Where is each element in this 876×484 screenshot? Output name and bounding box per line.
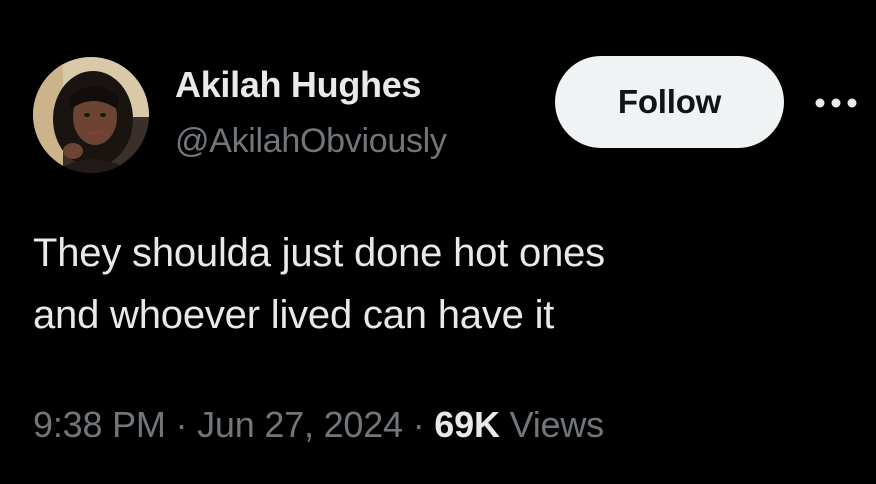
tweet-text: They shoulda just done hot ones and whoe… bbox=[33, 222, 853, 346]
follow-button[interactable]: Follow bbox=[555, 56, 784, 148]
tweet-text-line: and whoever lived can have it bbox=[33, 293, 555, 337]
avatar[interactable] bbox=[33, 57, 149, 173]
author-handle[interactable]: @AkilahObviously bbox=[175, 122, 447, 161]
views-count[interactable]: 69K bbox=[434, 404, 500, 445]
views-label: Views bbox=[509, 404, 605, 445]
tweet-date[interactable]: Jun 27, 2024 bbox=[197, 404, 403, 445]
tweet-text-line: They shoulda just done hot ones bbox=[33, 231, 605, 275]
meta-separator: · bbox=[175, 404, 188, 445]
tweet-meta: 9:38 PM · Jun 27, 2024 · 69K Views bbox=[33, 404, 604, 446]
tweet-card: Akilah Hughes @AkilahObviously Follow Th… bbox=[0, 0, 876, 484]
author-display-name[interactable]: Akilah Hughes bbox=[175, 64, 421, 106]
tweet-time[interactable]: 9:38 PM bbox=[33, 404, 166, 445]
profile-photo-icon bbox=[33, 57, 149, 173]
meta-separator: · bbox=[412, 404, 425, 445]
more-options-button[interactable] bbox=[810, 88, 862, 118]
more-options-icon bbox=[815, 98, 857, 108]
